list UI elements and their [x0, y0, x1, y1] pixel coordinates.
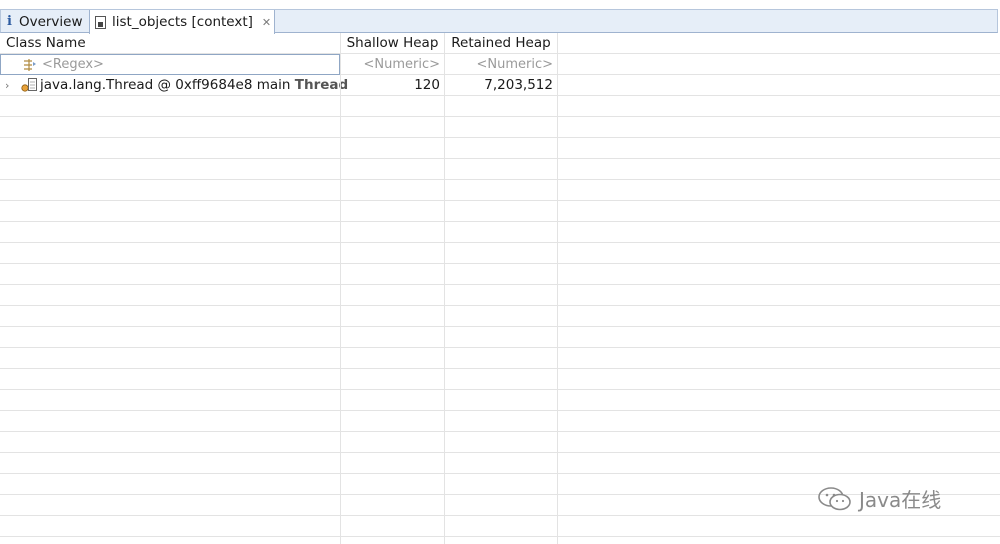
tab-overview-label: Overview: [18, 13, 83, 30]
regex-filter-placeholder: <Regex>: [42, 57, 104, 72]
column-header-retained-heap[interactable]: Retained Heap: [445, 33, 557, 54]
editor-tab-bar: i Overview list_objects [context] ✕: [0, 9, 998, 34]
watermark-text: Java在线: [859, 488, 942, 512]
row-shallow-heap: 120: [414, 77, 440, 93]
empty-table-row: [0, 180, 1000, 201]
chevron-right-icon[interactable]: ›: [5, 75, 19, 96]
empty-table-row: [0, 159, 1000, 180]
empty-table-row: [0, 516, 1000, 537]
filter-icon: [22, 54, 38, 75]
empty-table-row: [0, 327, 1000, 348]
empty-table-row: [0, 432, 1000, 453]
empty-table-row: [0, 96, 1000, 117]
tab-list-objects[interactable]: list_objects [context] ✕: [89, 10, 275, 34]
wechat-icon: [817, 485, 853, 513]
row-retained-heap: 7,203,512: [484, 77, 553, 93]
tab-list-objects-label: list_objects [context]: [112, 14, 253, 30]
empty-table-row: [0, 453, 1000, 474]
empty-table-row: [0, 390, 1000, 411]
filter-row: <Regex> <Numeric> <Numeric>: [0, 54, 1000, 75]
empty-table-row: [0, 222, 1000, 243]
shallow-heap-filter-input[interactable]: <Numeric>: [341, 54, 444, 75]
empty-table-row: [0, 138, 1000, 159]
empty-table-row: [0, 201, 1000, 222]
column-divider: [557, 33, 558, 544]
watermark: Java在线: [817, 484, 941, 513]
retained-heap-filter-input[interactable]: <Numeric>: [445, 54, 557, 75]
empty-table-row: [0, 348, 1000, 369]
empty-table-row: [0, 306, 1000, 327]
column-header-shallow-heap[interactable]: Shallow Heap: [341, 33, 444, 54]
empty-table-row: [0, 369, 1000, 390]
document-icon: [95, 15, 106, 29]
empty-table-row: [0, 285, 1000, 306]
table-header: Class Name Shallow Heap Retained Heap: [0, 33, 1000, 54]
empty-table-row: [0, 117, 1000, 138]
empty-table-row: [0, 411, 1000, 432]
row-class-name: java.lang.Thread @ 0xff9684e8 main Threa…: [40, 75, 348, 96]
info-icon: i: [7, 14, 12, 29]
object-table: Class Name Shallow Heap Retained Heap <R…: [0, 33, 1000, 544]
tab-overview[interactable]: i Overview: [1, 10, 89, 33]
table-row[interactable]: › java.lang.Thread @ 0xff9684e8 main Thr…: [0, 75, 1000, 96]
close-icon[interactable]: ✕: [262, 16, 271, 29]
column-divider: [340, 33, 341, 544]
row-object-label: java.lang.Thread @ 0xff9684e8 main: [40, 77, 291, 93]
empty-table-row: [0, 243, 1000, 264]
column-header-class-name[interactable]: Class Name: [6, 33, 340, 54]
column-divider: [444, 33, 445, 544]
empty-table-row: [0, 264, 1000, 285]
thread-object-icon: [20, 77, 38, 98]
